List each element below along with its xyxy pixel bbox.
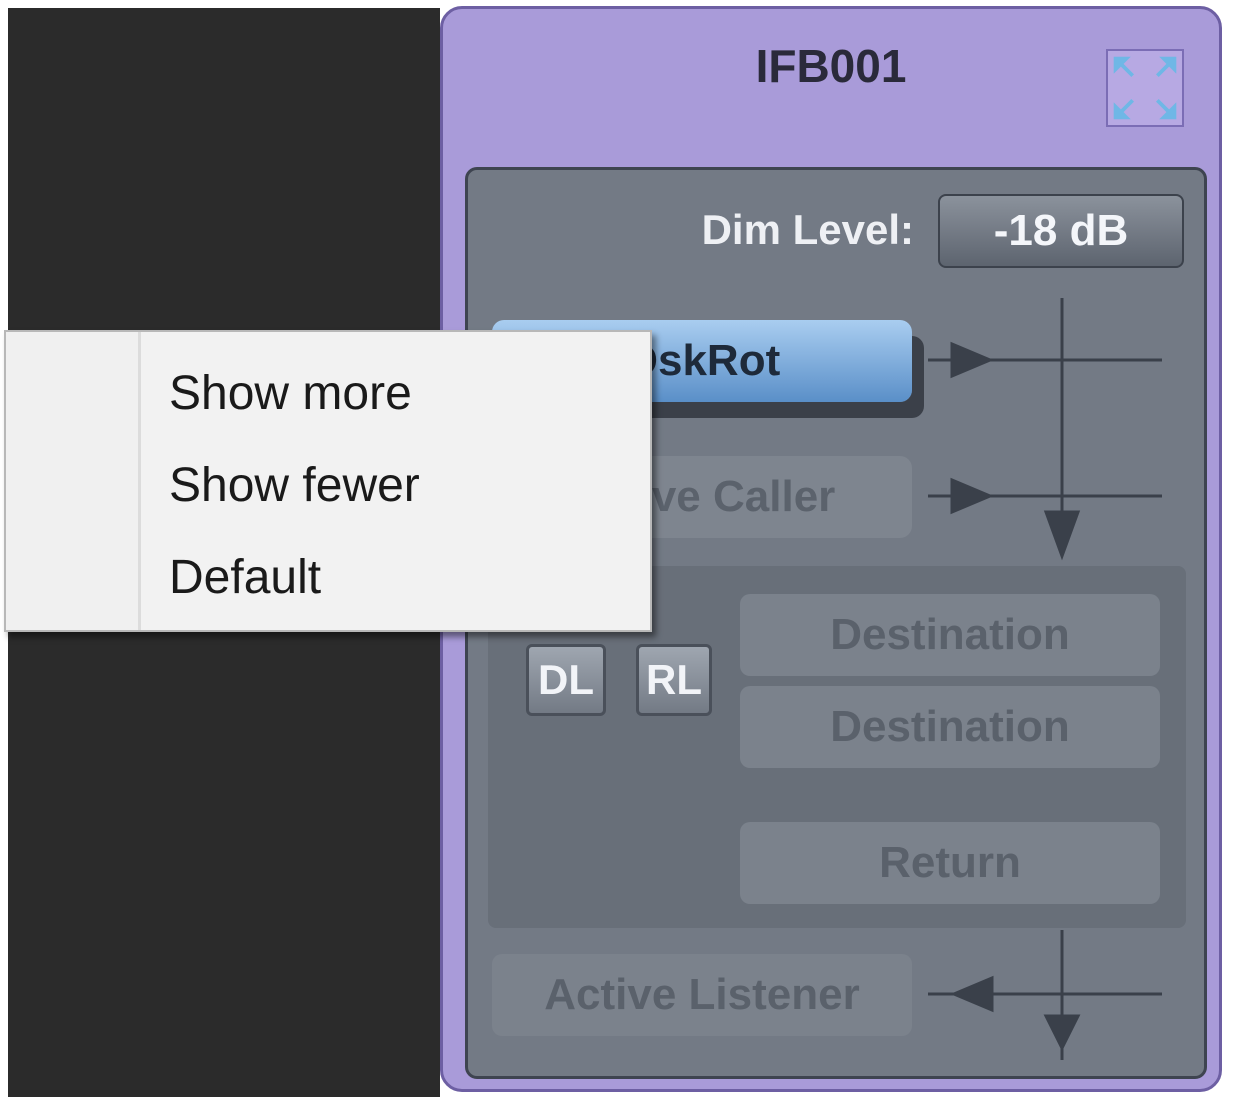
expand-icon (1113, 56, 1177, 120)
dim-level-value[interactable]: -18 dB (938, 194, 1184, 268)
dim-level-label: Dim Level: (701, 206, 914, 253)
context-menu: Show more Show fewer Default (4, 330, 652, 632)
destination-button-2[interactable]: Destination (740, 686, 1160, 768)
menu-item-default[interactable]: Default (141, 532, 650, 624)
destination-button-1[interactable]: Destination (740, 594, 1160, 676)
rl-toggle[interactable]: RL (636, 644, 712, 716)
menu-icon-gutter (6, 332, 141, 630)
panel-title: IFB001 (755, 40, 907, 92)
dl-toggle[interactable]: DL (526, 644, 606, 716)
expand-button[interactable] (1106, 49, 1184, 127)
return-button[interactable]: Return (740, 822, 1160, 904)
menu-item-show-more[interactable]: Show more (141, 348, 650, 440)
menu-item-show-fewer[interactable]: Show fewer (141, 440, 650, 532)
active-listener-button[interactable]: Active Listener (492, 954, 912, 1036)
